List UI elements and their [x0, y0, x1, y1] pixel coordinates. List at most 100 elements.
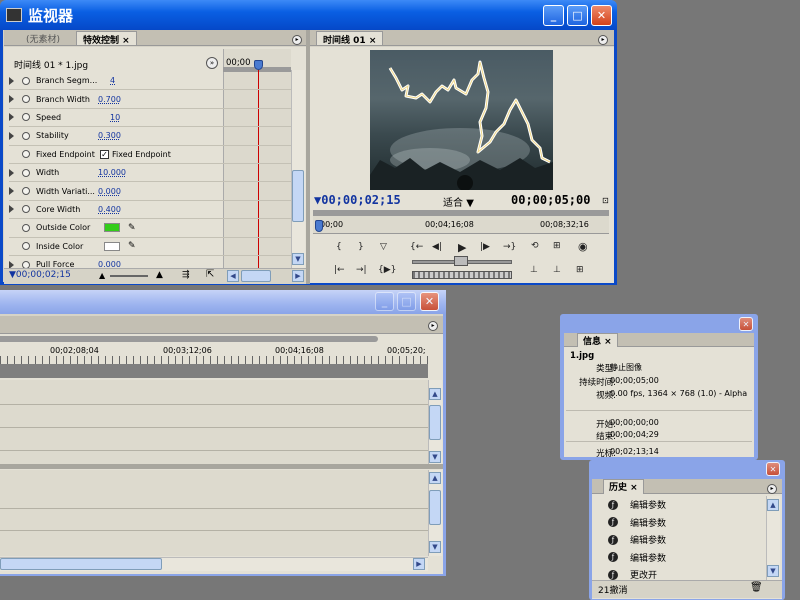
- timeline-hscroll-thumb[interactable]: [0, 558, 162, 570]
- effect-timecode-bottom[interactable]: ▼00;00;02;15: [9, 270, 71, 280]
- tab-info[interactable]: 信息 ×: [577, 333, 618, 347]
- zoom-slider[interactable]: [110, 275, 148, 277]
- safe-margins-button[interactable]: ⊞: [553, 241, 561, 251]
- extract-button[interactable]: ⊥: [553, 265, 561, 275]
- history-item[interactable]: ƒ 编辑参数: [602, 549, 766, 566]
- effects-scroll-down-button[interactable]: ▼: [292, 253, 304, 265]
- param-keyframe-track[interactable]: [223, 127, 291, 146]
- param-value[interactable]: 0.300: [98, 131, 121, 140]
- history-item[interactable]: ƒ 编辑参数: [602, 496, 766, 513]
- effect-param-row[interactable]: Core Width 0.400: [9, 201, 223, 220]
- stopwatch-icon[interactable]: [22, 187, 30, 196]
- param-keyframe-track[interactable]: [223, 90, 291, 109]
- render-icon[interactable]: ⇱: [206, 269, 214, 280]
- param-value[interactable]: 0.700: [98, 95, 121, 104]
- expand-triangle-icon[interactable]: [9, 168, 14, 177]
- color-swatch[interactable]: [104, 223, 120, 233]
- timeline-maximize-button[interactable]: □: [397, 292, 416, 311]
- timeline-panel-menu-icon[interactable]: ▸: [428, 321, 438, 331]
- effect-param-row[interactable]: Branch Segm... 4: [9, 72, 223, 91]
- audio-scroll-up-button[interactable]: ▲: [429, 472, 441, 484]
- video-scroll-down-button[interactable]: ▼: [429, 451, 441, 463]
- go-to-in-button[interactable]: {←: [410, 242, 423, 252]
- fit-dropdown[interactable]: 适合 ▼: [443, 194, 474, 209]
- tab-close-icon[interactable]: ×: [369, 36, 377, 46]
- step-back-button[interactable]: ◀|: [432, 242, 442, 252]
- history-scroll-up-button[interactable]: ▲: [767, 499, 779, 511]
- eyedropper-icon[interactable]: ✎: [128, 241, 136, 251]
- output-button[interactable]: ◉: [578, 240, 588, 253]
- stopwatch-icon[interactable]: [22, 76, 30, 85]
- effect-param-row[interactable]: Outside Color ✎: [9, 219, 223, 238]
- param-keyframe-track[interactable]: [223, 72, 291, 91]
- history-panel-menu-icon[interactable]: ▸: [767, 484, 777, 494]
- expand-triangle-icon[interactable]: [9, 95, 14, 104]
- set-marker-button[interactable]: ▽: [380, 242, 387, 252]
- effect-param-row[interactable]: Speed 10: [9, 109, 223, 128]
- stopwatch-icon[interactable]: [22, 131, 30, 140]
- param-keyframe-track[interactable]: [223, 146, 291, 164]
- go-to-next-edit-button[interactable]: →|: [356, 265, 367, 275]
- expand-triangle-icon[interactable]: [9, 187, 14, 196]
- param-keyframe-track[interactable]: [223, 164, 291, 183]
- timeline-minimize-button[interactable]: _: [375, 292, 394, 311]
- stopwatch-icon[interactable]: [22, 242, 30, 251]
- program-timecode[interactable]: ▼00;00;02;15: [314, 193, 401, 207]
- eyedropper-icon[interactable]: ✎: [128, 223, 136, 233]
- timeline-work-area-bar[interactable]: [0, 364, 428, 378]
- shuttle-handle[interactable]: [454, 256, 468, 266]
- mark-in-button[interactable]: {: [336, 242, 342, 252]
- audio-scroll-thumb[interactable]: [429, 490, 441, 525]
- param-keyframe-track[interactable]: [223, 201, 291, 220]
- effects-vscroll[interactable]: [291, 70, 305, 268]
- effects-hscroll-right-button[interactable]: ▶: [292, 270, 304, 282]
- stopwatch-icon[interactable]: [22, 95, 30, 104]
- expand-triangle-icon[interactable]: [9, 131, 14, 140]
- history-close-button[interactable]: ✕: [766, 462, 780, 476]
- tab-close-icon[interactable]: ×: [604, 337, 612, 347]
- go-to-previous-edit-button[interactable]: |←: [334, 265, 345, 275]
- timeline-close-button[interactable]: ✕: [420, 292, 439, 311]
- loop-button[interactable]: ⟲: [531, 241, 539, 251]
- jog-wheel[interactable]: [412, 271, 512, 279]
- effect-param-row[interactable]: Inside Color ✎: [9, 238, 223, 256]
- param-keyframe-track[interactable]: [223, 182, 291, 201]
- stopwatch-icon[interactable]: [22, 205, 30, 214]
- param-value[interactable]: 0.000: [98, 187, 121, 196]
- expand-triangle-icon[interactable]: [9, 113, 14, 122]
- trash-icon[interactable]: 🗑: [750, 582, 763, 593]
- stopwatch-icon[interactable]: [22, 168, 30, 177]
- mark-out-button[interactable]: }: [358, 242, 364, 252]
- timeline-scroll-right-button[interactable]: ▶: [413, 558, 425, 570]
- play-button[interactable]: ▶: [458, 241, 466, 254]
- color-swatch[interactable]: [104, 241, 120, 251]
- history-item[interactable]: ƒ 编辑参数: [602, 531, 766, 548]
- tab-program-timeline[interactable]: 时间线 01 ×: [316, 31, 384, 46]
- step-forward-button[interactable]: |▶: [480, 242, 490, 252]
- tab-close-icon[interactable]: ×: [122, 36, 130, 46]
- effect-param-row[interactable]: Branch Width 0.700: [9, 90, 223, 109]
- audio-scroll-down-button[interactable]: ▼: [429, 541, 441, 553]
- play-in-to-out-button[interactable]: {▶}: [378, 265, 396, 275]
- minimize-button[interactable]: _: [543, 5, 564, 26]
- close-button[interactable]: ✕: [591, 5, 612, 26]
- effect-param-row[interactable]: Fixed Endpoint ✓ Fixed Endpoint: [9, 146, 223, 164]
- program-panel-menu-icon[interactable]: ▸: [598, 35, 608, 45]
- effects-hscroll-left-button[interactable]: ◀: [227, 270, 239, 282]
- loop-icon[interactable]: ⇶: [182, 270, 190, 280]
- history-item[interactable]: ƒ 编辑参数: [602, 514, 766, 531]
- param-value[interactable]: 10: [110, 113, 120, 122]
- go-to-out-button[interactable]: →}: [503, 242, 516, 252]
- show-timeline-toggle-icon[interactable]: »: [206, 57, 218, 69]
- param-keyframe-track[interactable]: [223, 109, 291, 128]
- stopwatch-icon[interactable]: [22, 223, 30, 232]
- effect-param-row[interactable]: Width 10.000: [9, 164, 223, 183]
- param-keyframe-track[interactable]: [223, 219, 291, 238]
- effect-playhead-handle[interactable]: [254, 60, 263, 70]
- param-value[interactable]: 0.400: [98, 205, 121, 214]
- program-settings-icon[interactable]: ⊡: [602, 196, 609, 205]
- fixed-endpoint-checkbox[interactable]: ✓: [100, 149, 109, 159]
- param-value[interactable]: 10.000: [98, 168, 126, 177]
- zoom-out-icon[interactable]: ▲: [99, 271, 105, 280]
- tab-no-clip[interactable]: (无素材): [20, 31, 66, 45]
